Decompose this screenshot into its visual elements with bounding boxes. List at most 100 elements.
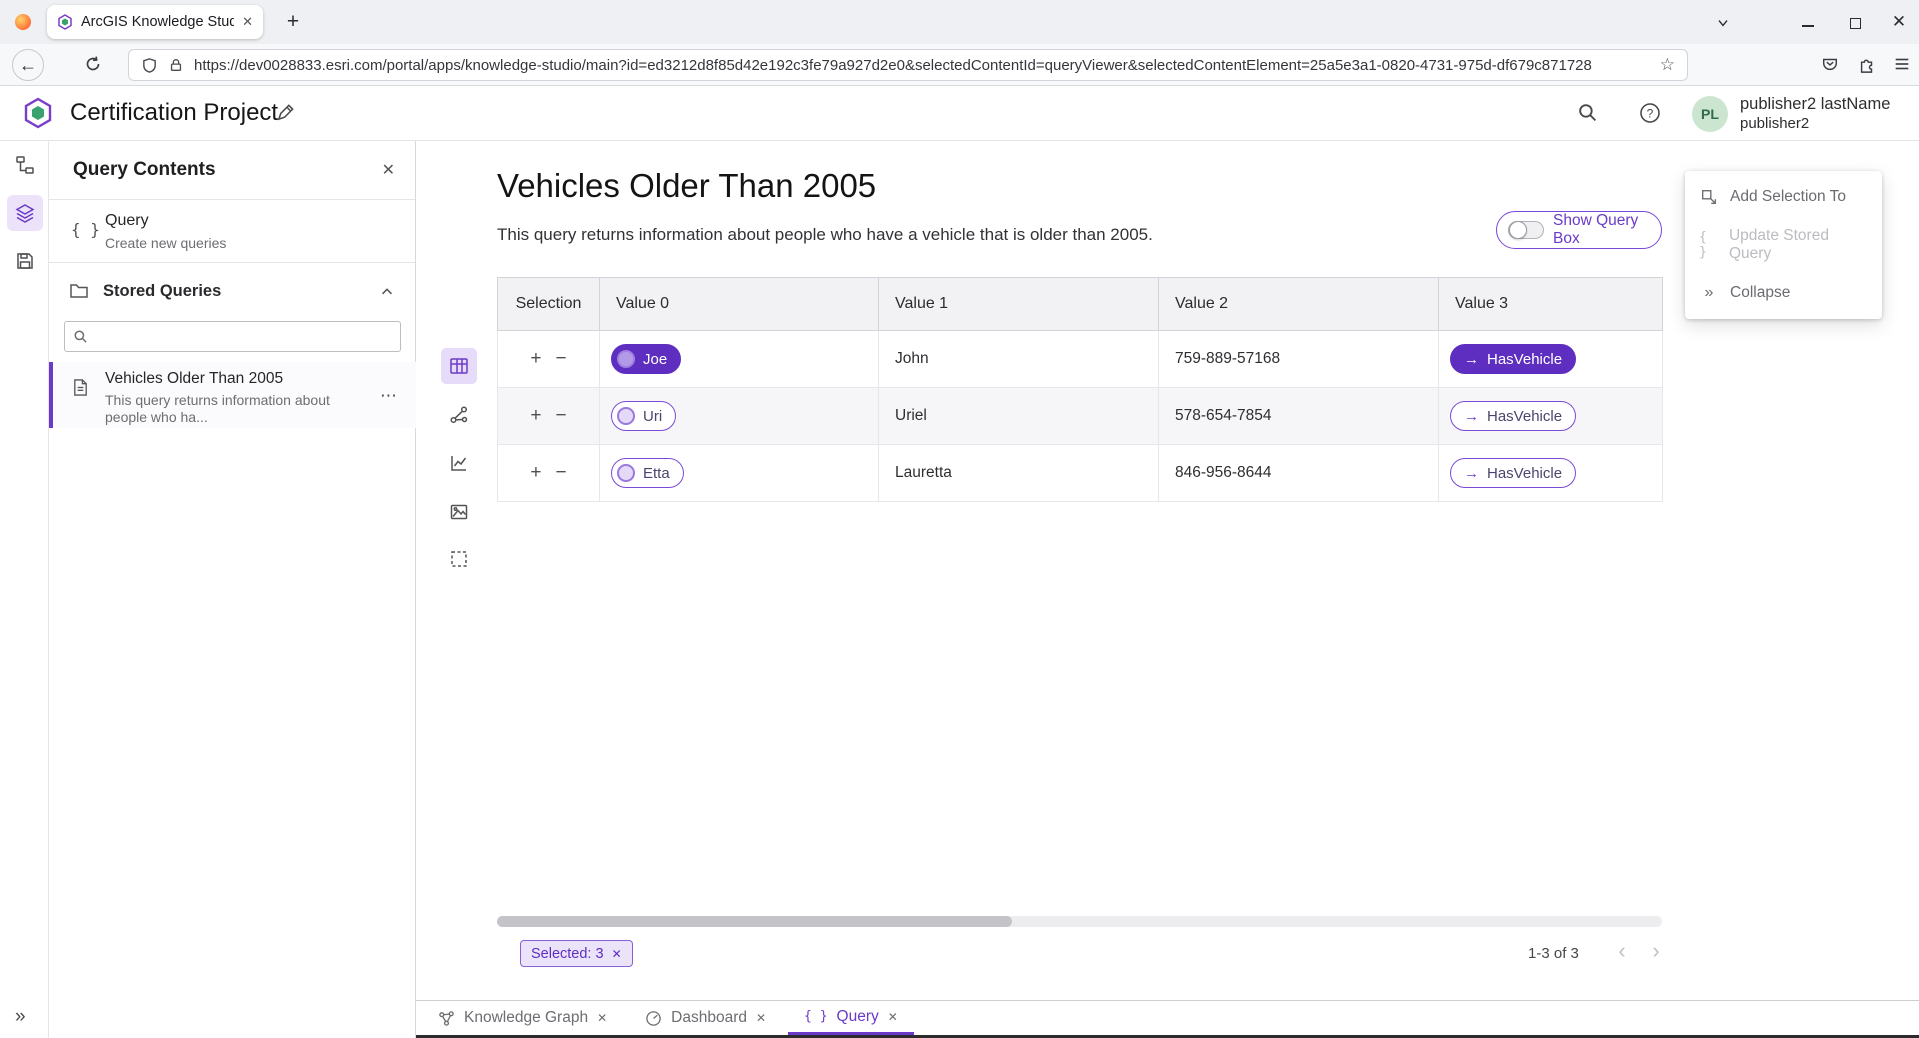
- remove-from-selection-button[interactable]: −: [556, 348, 567, 370]
- selection-cell: +−: [498, 331, 600, 388]
- selected-count-label: Selected: 3: [531, 946, 604, 962]
- show-query-box-toggle[interactable]: Show Query Box: [1496, 211, 1662, 249]
- list-tabs-icon[interactable]: [1712, 12, 1734, 34]
- entity-pill[interactable]: Etta: [611, 458, 684, 488]
- collapse-icon: »: [1699, 284, 1719, 302]
- url-text[interactable]: https://dev0028833.esri.com/portal/apps/…: [194, 57, 1650, 74]
- table-row[interactable]: +−JoeJohn759-889-57168→HasVehicle: [498, 331, 1663, 388]
- context-menu: Add Selection To { } Update Stored Query…: [1685, 171, 1882, 319]
- braces-icon: { }: [1699, 230, 1718, 260]
- tab-query[interactable]: { } Query ✕: [788, 1001, 914, 1035]
- table-view-icon[interactable]: [441, 348, 477, 384]
- tab-knowledge-graph[interactable]: Knowledge Graph ✕: [422, 1001, 623, 1035]
- add-to-selection-button[interactable]: +: [530, 462, 541, 484]
- entity-pill[interactable]: Uri: [611, 401, 676, 431]
- search-icon[interactable]: [1577, 102, 1598, 123]
- horizontal-scrollbar[interactable]: [497, 916, 1662, 927]
- tab-favicon-icon: [57, 14, 73, 30]
- select-tool-icon[interactable]: [441, 541, 477, 577]
- previous-page-button[interactable]: ‹: [1608, 937, 1636, 965]
- toggle-switch[interactable]: [1508, 221, 1544, 239]
- menu-item-add-selection-to[interactable]: Add Selection To: [1685, 173, 1882, 221]
- add-to-selection-button[interactable]: +: [530, 405, 541, 427]
- scrollbar-thumb[interactable]: [497, 916, 1012, 927]
- table-row[interactable]: +−EttaLauretta846-956-8644→HasVehicle: [498, 445, 1663, 502]
- column-header[interactable]: Selection: [498, 278, 600, 331]
- panel-header: Query Contents ✕: [49, 141, 415, 200]
- close-tab-icon[interactable]: ✕: [888, 1010, 898, 1024]
- clear-selection-icon[interactable]: ✕: [612, 947, 622, 961]
- entity-cell: Etta: [600, 445, 879, 502]
- lock-icon[interactable]: [168, 57, 184, 73]
- tracking-protection-icon[interactable]: [141, 57, 158, 74]
- new-query-item[interactable]: { } Query Create new queries: [49, 200, 415, 263]
- search-input[interactable]: [95, 329, 392, 345]
- stored-queries-title: Stored Queries: [103, 282, 221, 301]
- tab-close-icon[interactable]: ✕: [242, 14, 253, 30]
- stored-query-item[interactable]: Vehicles Older Than 2005 This query retu…: [49, 362, 416, 428]
- panel-title: Query Contents: [73, 159, 216, 181]
- tab-label: Dashboard: [671, 1009, 747, 1027]
- remove-from-selection-button[interactable]: −: [556, 405, 567, 427]
- address-field[interactable]: https://dev0028833.esri.com/portal/apps/…: [128, 49, 1688, 81]
- value-cell: Uriel: [879, 388, 1159, 445]
- table-header-row: Selection Value 0 Value 1 Value 2 Value …: [498, 278, 1663, 331]
- svg-text:?: ?: [1647, 107, 1654, 121]
- reload-button[interactable]: [84, 55, 102, 73]
- relationship-pill[interactable]: →HasVehicle: [1450, 458, 1576, 488]
- menu-item-collapse[interactable]: » Collapse: [1685, 269, 1882, 317]
- value-cell: 578-654-7854: [1159, 388, 1439, 445]
- more-options-icon[interactable]: ⋯: [380, 386, 398, 406]
- firefox-icon[interactable]: [15, 14, 31, 30]
- expand-rail-icon[interactable]: »: [15, 1006, 26, 1028]
- table-body: +−JoeJohn759-889-57168→HasVehicle+−UriUr…: [498, 331, 1663, 502]
- maximize-button[interactable]: [1845, 13, 1865, 33]
- map-view-icon[interactable]: [441, 494, 477, 530]
- user-avatar[interactable]: PL: [1692, 96, 1728, 132]
- close-tab-icon[interactable]: ✕: [597, 1011, 607, 1025]
- entity-dot-icon: [617, 350, 635, 368]
- user-name: publisher2 lastName: [1740, 95, 1890, 114]
- back-button[interactable]: ←: [12, 49, 44, 81]
- stored-queries-search[interactable]: [64, 321, 401, 352]
- close-tab-icon[interactable]: ✕: [756, 1011, 766, 1025]
- entity-cell: Joe: [600, 331, 879, 388]
- add-to-selection-button[interactable]: +: [530, 348, 541, 370]
- close-panel-icon[interactable]: ✕: [382, 160, 395, 180]
- stored-queries-header[interactable]: Stored Queries: [49, 263, 415, 321]
- pocket-icon[interactable]: [1821, 55, 1839, 73]
- column-header[interactable]: Value 1: [879, 278, 1159, 331]
- relationship-pill[interactable]: →HasVehicle: [1450, 344, 1576, 374]
- query-title: Vehicles Older Than 2005: [497, 167, 876, 205]
- browser-tab[interactable]: ArcGIS Knowledge Studio ✕: [47, 5, 263, 39]
- table-row[interactable]: +− Uri Uriel578-654-7854 →HasVehicle: [498, 388, 1663, 445]
- chevron-up-icon[interactable]: [379, 284, 395, 300]
- relationship-pill[interactable]: →HasVehicle: [1450, 401, 1576, 431]
- column-header[interactable]: Value 3: [1439, 278, 1663, 331]
- link-chart-view-icon[interactable]: [441, 397, 477, 433]
- help-icon[interactable]: ?: [1639, 102, 1661, 124]
- menu-icon[interactable]: [1893, 55, 1911, 73]
- stored-query-desc: This query returns information about peo…: [105, 392, 357, 426]
- edit-title-icon[interactable]: [276, 103, 295, 122]
- save-icon[interactable]: [7, 243, 43, 279]
- chart-view-icon[interactable]: [441, 445, 477, 481]
- new-tab-button[interactable]: +: [279, 8, 307, 36]
- extensions-icon[interactable]: [1858, 55, 1876, 73]
- layers-icon[interactable]: [7, 195, 43, 231]
- column-header[interactable]: Value 2: [1159, 278, 1439, 331]
- selected-count-chip[interactable]: Selected: 3 ✕: [520, 940, 633, 967]
- menu-item-update-stored-query[interactable]: { } Update Stored Query: [1685, 221, 1882, 269]
- next-page-button[interactable]: ›: [1642, 937, 1670, 965]
- tab-dashboard[interactable]: Dashboard ✕: [629, 1001, 782, 1035]
- bookmark-star-icon[interactable]: ☆: [1660, 55, 1675, 75]
- user-info: publisher2 lastName publisher2: [1740, 95, 1890, 133]
- remove-from-selection-button[interactable]: −: [556, 462, 567, 484]
- dashboard-icon: [645, 1010, 662, 1027]
- document-icon: [71, 378, 90, 397]
- entity-pill[interactable]: Joe: [611, 344, 681, 374]
- close-window-button[interactable]: ✕: [1888, 11, 1910, 33]
- column-header[interactable]: Value 0: [600, 278, 879, 331]
- minimize-button[interactable]: [1798, 12, 1818, 32]
- data-model-icon[interactable]: [7, 147, 43, 183]
